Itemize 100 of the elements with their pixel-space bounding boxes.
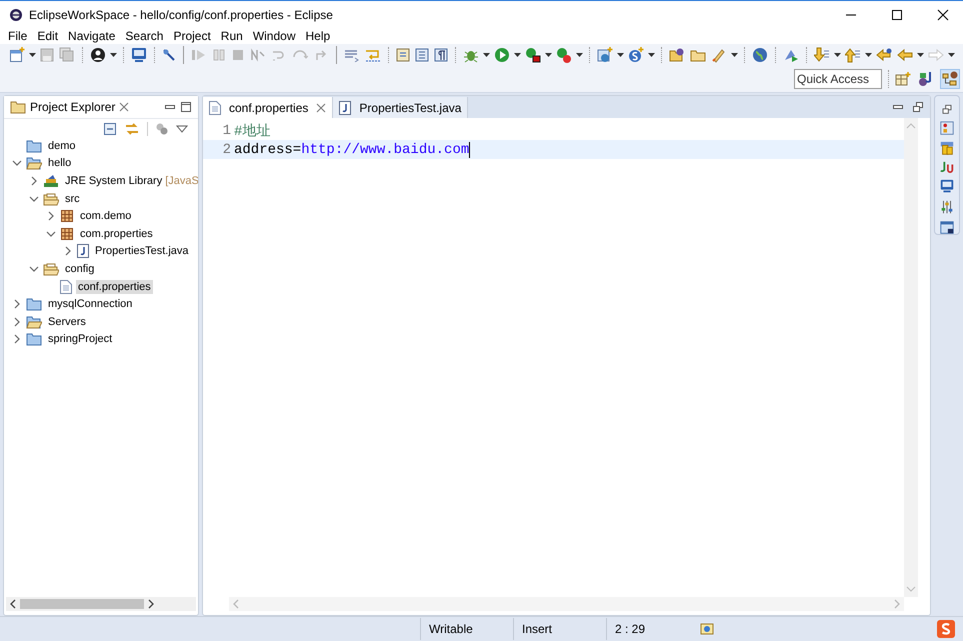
dropdown-arrow-icon[interactable] (514, 52, 521, 58)
last-edit-icon[interactable] (876, 47, 892, 63)
dropdown-arrow-icon[interactable] (731, 52, 738, 58)
menu-item[interactable]: Edit (32, 29, 64, 43)
tree-item[interactable]: PropertiesTest.java (93, 244, 191, 258)
run-icon[interactable] (494, 47, 510, 63)
globe-icon[interactable] (752, 47, 768, 63)
java-file-icon (339, 100, 352, 114)
run-stop-icon[interactable] (556, 47, 572, 63)
menu-item[interactable]: Help (300, 29, 336, 43)
package-folder-icon (43, 262, 59, 276)
lines-icon[interactable] (344, 48, 360, 62)
outline-view-icon[interactable] (939, 120, 955, 135)
project-folder-icon (26, 297, 42, 312)
menu-item[interactable]: Window (248, 29, 300, 43)
open-folder-icon (26, 156, 42, 170)
menu-item[interactable]: Search (120, 29, 168, 43)
back-arrow-icon[interactable] (897, 47, 913, 63)
library-icon[interactable] (939, 140, 955, 156)
previous-annotation-icon[interactable] (845, 47, 861, 63)
java-perspective-icon[interactable] (941, 70, 959, 88)
whitespace-icon[interactable] (434, 48, 448, 62)
user-icon[interactable] (90, 47, 106, 63)
dropdown-arrow-icon[interactable] (545, 52, 552, 58)
text-cursor (469, 142, 470, 158)
eclipse-logo-icon (9, 8, 23, 22)
project-folder-icon (26, 138, 42, 153)
dropdown-arrow-icon[interactable] (29, 52, 36, 58)
tree-item[interactable]: com.demo (78, 209, 134, 224)
status-text: Writable (420, 618, 513, 640)
scroll-left-icon[interactable] (9, 599, 17, 609)
restore-icon[interactable] (912, 101, 924, 113)
block-select-icon[interactable] (415, 48, 429, 62)
project-folder-icon (26, 332, 42, 346)
package-folder-icon (43, 192, 59, 206)
status-text: Insert (513, 618, 606, 640)
dropdown-arrow-icon[interactable] (576, 52, 583, 58)
open-folder-icon (26, 314, 42, 329)
tree-item[interactable]: config (63, 262, 96, 276)
tree-item[interactable]: mysqlConnection (46, 297, 134, 312)
open-folder-icon[interactable] (669, 47, 685, 63)
java-file-icon (77, 244, 89, 258)
dropdown-arrow-icon[interactable] (110, 52, 117, 58)
maximize-icon[interactable] (180, 101, 192, 113)
tree-item[interactable]: springProject (46, 332, 114, 346)
open-perspective-icon[interactable] (895, 71, 911, 87)
editor-tab[interactable]: PropertiesTest.java (333, 97, 468, 118)
tree-item[interactable]: hello (46, 156, 74, 170)
monitor-icon[interactable] (131, 47, 147, 63)
tree-item[interactable]: JRE System Library (63, 174, 164, 188)
library-icon (43, 174, 59, 188)
close-icon[interactable] (937, 8, 949, 20)
status-text: 2 : 29 (606, 618, 699, 640)
dropdown-arrow-icon[interactable] (948, 52, 955, 58)
dropdown-arrow-icon[interactable] (617, 52, 624, 58)
tree-item[interactable]: com.properties (78, 226, 155, 241)
new-project-icon[interactable] (597, 47, 613, 63)
ime-icon[interactable] (937, 620, 955, 638)
server-icon[interactable] (628, 47, 644, 63)
quick-access-field[interactable]: Quick Access (794, 69, 882, 89)
scroll-right-icon[interactable] (147, 599, 155, 609)
horizontal-scrollbar[interactable] (6, 597, 196, 611)
text-file-icon (60, 280, 72, 294)
menu-item[interactable]: File (3, 29, 32, 43)
run-external-icon[interactable] (525, 47, 541, 63)
view-tab[interactable]: Project Explorer (30, 100, 116, 114)
tree-item-decoration: [JavaS (165, 174, 198, 187)
page-icon[interactable] (396, 48, 410, 62)
tree-item[interactable]: src (63, 192, 82, 206)
dropdown-arrow-icon[interactable] (865, 52, 872, 58)
dropdown-arrow-icon[interactable] (917, 52, 924, 58)
editor-tab[interactable]: conf.properties (203, 97, 334, 118)
folder-icon (10, 100, 26, 114)
task-icon[interactable] (699, 621, 715, 637)
junit-icon[interactable] (939, 161, 955, 174)
dropdown-arrow-icon[interactable] (648, 52, 655, 58)
menu-item[interactable]: Run (216, 29, 248, 43)
word-wrap-icon[interactable] (365, 48, 381, 62)
restore-icon[interactable] (941, 104, 953, 115)
view-menu-icon[interactable] (176, 124, 188, 134)
new-file-icon[interactable] (9, 47, 25, 63)
tree-item[interactable]: conf.properties (76, 280, 153, 294)
sliders-icon[interactable] (939, 200, 955, 214)
text-file-icon (209, 100, 221, 114)
dropdown-arrow-icon[interactable] (483, 52, 490, 58)
maximize-icon[interactable] (891, 8, 903, 20)
menu-item[interactable]: Project (168, 29, 216, 43)
pin-icon[interactable] (162, 48, 176, 62)
dropdown-arrow-icon[interactable] (834, 52, 841, 58)
package-icon (60, 209, 74, 224)
menu-item[interactable]: Navigate (63, 29, 120, 43)
window-title: EclipseWorkSpace - hello/config/conf.properties - Eclipse (29, 8, 333, 22)
collapse-all-icon[interactable] (103, 122, 117, 136)
next-annotation-icon[interactable] (814, 47, 830, 63)
gears-icon[interactable] (155, 122, 169, 136)
monitor-icon[interactable] (939, 179, 955, 194)
code-line: #地址 (234, 122, 270, 140)
calendar-icon[interactable] (939, 220, 955, 234)
tree-item[interactable]: demo (46, 138, 78, 153)
tree-item[interactable]: Servers (46, 314, 88, 329)
